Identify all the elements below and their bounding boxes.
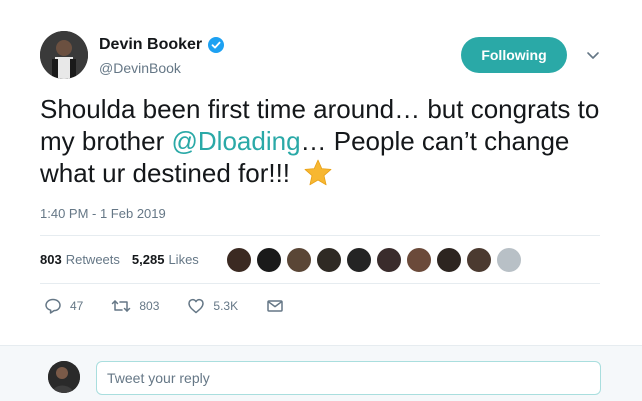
like-count: 5.3K [213,299,239,313]
reply-action[interactable]: 47 [44,297,83,315]
likes-label: Likes [168,252,199,267]
mention-link[interactable]: @Dloading [172,126,301,156]
reply-input[interactable] [96,361,601,395]
retweets-stat[interactable]: 803 Retweets [40,252,120,267]
liker-avatar[interactable] [406,247,432,273]
chevron-down-icon[interactable] [585,47,601,63]
tweet-stats: 803 Retweets 5,285 Likes [40,252,211,267]
envelope-icon [267,300,283,312]
likes-stat[interactable]: 5,285 Likes [132,252,199,267]
author-name-row[interactable]: Devin Booker [99,36,225,54]
heart-icon [188,298,205,314]
author-name[interactable]: Devin Booker [99,36,202,54]
liker-avatar[interactable] [346,247,372,273]
liker-avatar[interactable] [286,247,312,273]
liker-avatar[interactable] [376,247,402,273]
direct-message-action[interactable] [266,297,292,315]
liker-avatar[interactable] [466,247,492,273]
author-handle[interactable]: @DevinBook [99,60,181,76]
retweet-action[interactable]: 803 [111,297,159,315]
following-button[interactable]: Following [461,37,567,73]
verified-badge-icon [208,37,225,53]
retweet-icon [112,300,131,312]
like-action[interactable]: 5.3K [187,297,238,315]
retweets-label: Retweets [65,252,120,267]
tweet-text: Shoulda been first time around… but cong… [40,93,610,189]
tweet-timestamp[interactable]: 1:40 PM - 1 Feb 2019 [40,206,166,221]
divider [40,283,600,284]
reply-icon [45,298,61,314]
liker-avatar[interactable] [256,247,282,273]
liker-avatar[interactable] [496,247,522,273]
likes-count: 5,285 [131,252,165,267]
tweet-card: Devin Booker @DevinBook Following Should… [0,0,642,401]
tweet-actions: 47 803 5.3K [44,297,320,315]
liker-avatar[interactable] [226,247,252,273]
likers-avatars [226,247,526,273]
current-user-avatar [48,361,80,393]
reply-count: 47 [70,299,84,313]
retweets-count: 803 [40,252,62,267]
divider [40,235,600,236]
liker-avatar[interactable] [436,247,462,273]
author-avatar[interactable] [40,31,88,79]
star-emoji-icon [303,158,333,188]
retweet-count: 803 [139,299,160,313]
liker-avatar[interactable] [316,247,342,273]
